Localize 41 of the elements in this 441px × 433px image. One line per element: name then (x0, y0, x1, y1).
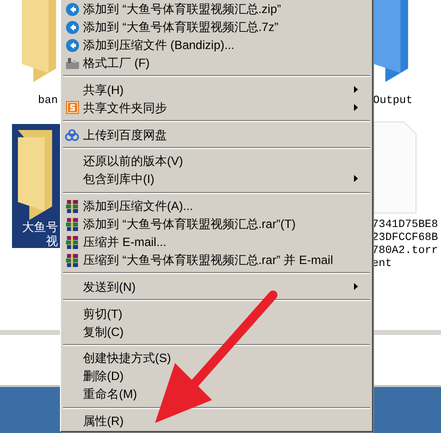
icon-label: ban (38, 95, 58, 108)
menu-item[interactable]: 复制(C) (83, 322, 124, 340)
books-icon (66, 200, 78, 212)
submenu-arrow-icon (354, 86, 358, 93)
sync-icon (66, 101, 78, 114)
menu-item[interactable]: 包含到库中(I) (83, 170, 154, 188)
cloud-icon (65, 128, 79, 140)
icon-label: 7341D75BE8 (372, 219, 438, 232)
menu-item[interactable]: 发送到(N) (83, 278, 136, 296)
file-icon[interactable] (372, 120, 418, 215)
factory-icon (66, 57, 78, 69)
icon-label: 视 (46, 234, 58, 248)
books-icon (66, 236, 78, 248)
menu-item[interactable]: 压缩到 “大鱼号体育联盟视频汇总.rar” 并 E-mail (83, 251, 333, 269)
menu-item[interactable]: 属性(R) (83, 412, 124, 430)
menu-item[interactable]: 格式工厂 (F) (83, 54, 150, 72)
menu-item[interactable]: 创建快捷方式(S) (83, 349, 171, 368)
menu-item[interactable]: 添加到压缩文件 (Bandizip)... (83, 36, 234, 54)
submenu-arrow-icon (354, 175, 358, 182)
menu-item[interactable]: 添加到 “大鱼号体育联盟视频汇总.zip” (83, 0, 281, 18)
menu-item[interactable]: 压缩并 E-mail... (83, 233, 166, 251)
menu-item[interactable]: 上传到百度网盘 (83, 126, 167, 144)
menu-item[interactable]: 剪切(T) (83, 304, 122, 322)
icon-label: 23DFCCF68B (372, 232, 438, 245)
menu-item[interactable]: 重命名(M) (83, 385, 137, 404)
icon-label: Output (373, 95, 413, 108)
menu-item[interactable]: 添加到 “大鱼号体育联盟视频汇总.rar”(T) (83, 215, 296, 233)
submenu-arrow-icon (354, 282, 358, 290)
menu-item[interactable]: 共享文件夹同步 (83, 98, 167, 117)
menu-item[interactable]: 删除(D) (83, 367, 124, 386)
books-icon (66, 218, 78, 230)
menu-item[interactable]: 共享(H) (83, 80, 124, 99)
icon-label: 780A2.torr (372, 245, 438, 258)
menu-item[interactable]: 添加到 “大鱼号体育联盟视频汇总.7z” (83, 18, 278, 36)
menu-item[interactable]: 还原以前的版本(V) (83, 152, 183, 170)
folder-icon[interactable] (372, 0, 410, 82)
menu-item[interactable]: 添加到压缩文件(A)... (83, 197, 193, 215)
folder-icon[interactable] (16, 130, 54, 220)
submenu-arrow-icon (354, 104, 358, 111)
books-icon (66, 254, 78, 266)
icon-label: 大鱼号 (22, 220, 58, 234)
